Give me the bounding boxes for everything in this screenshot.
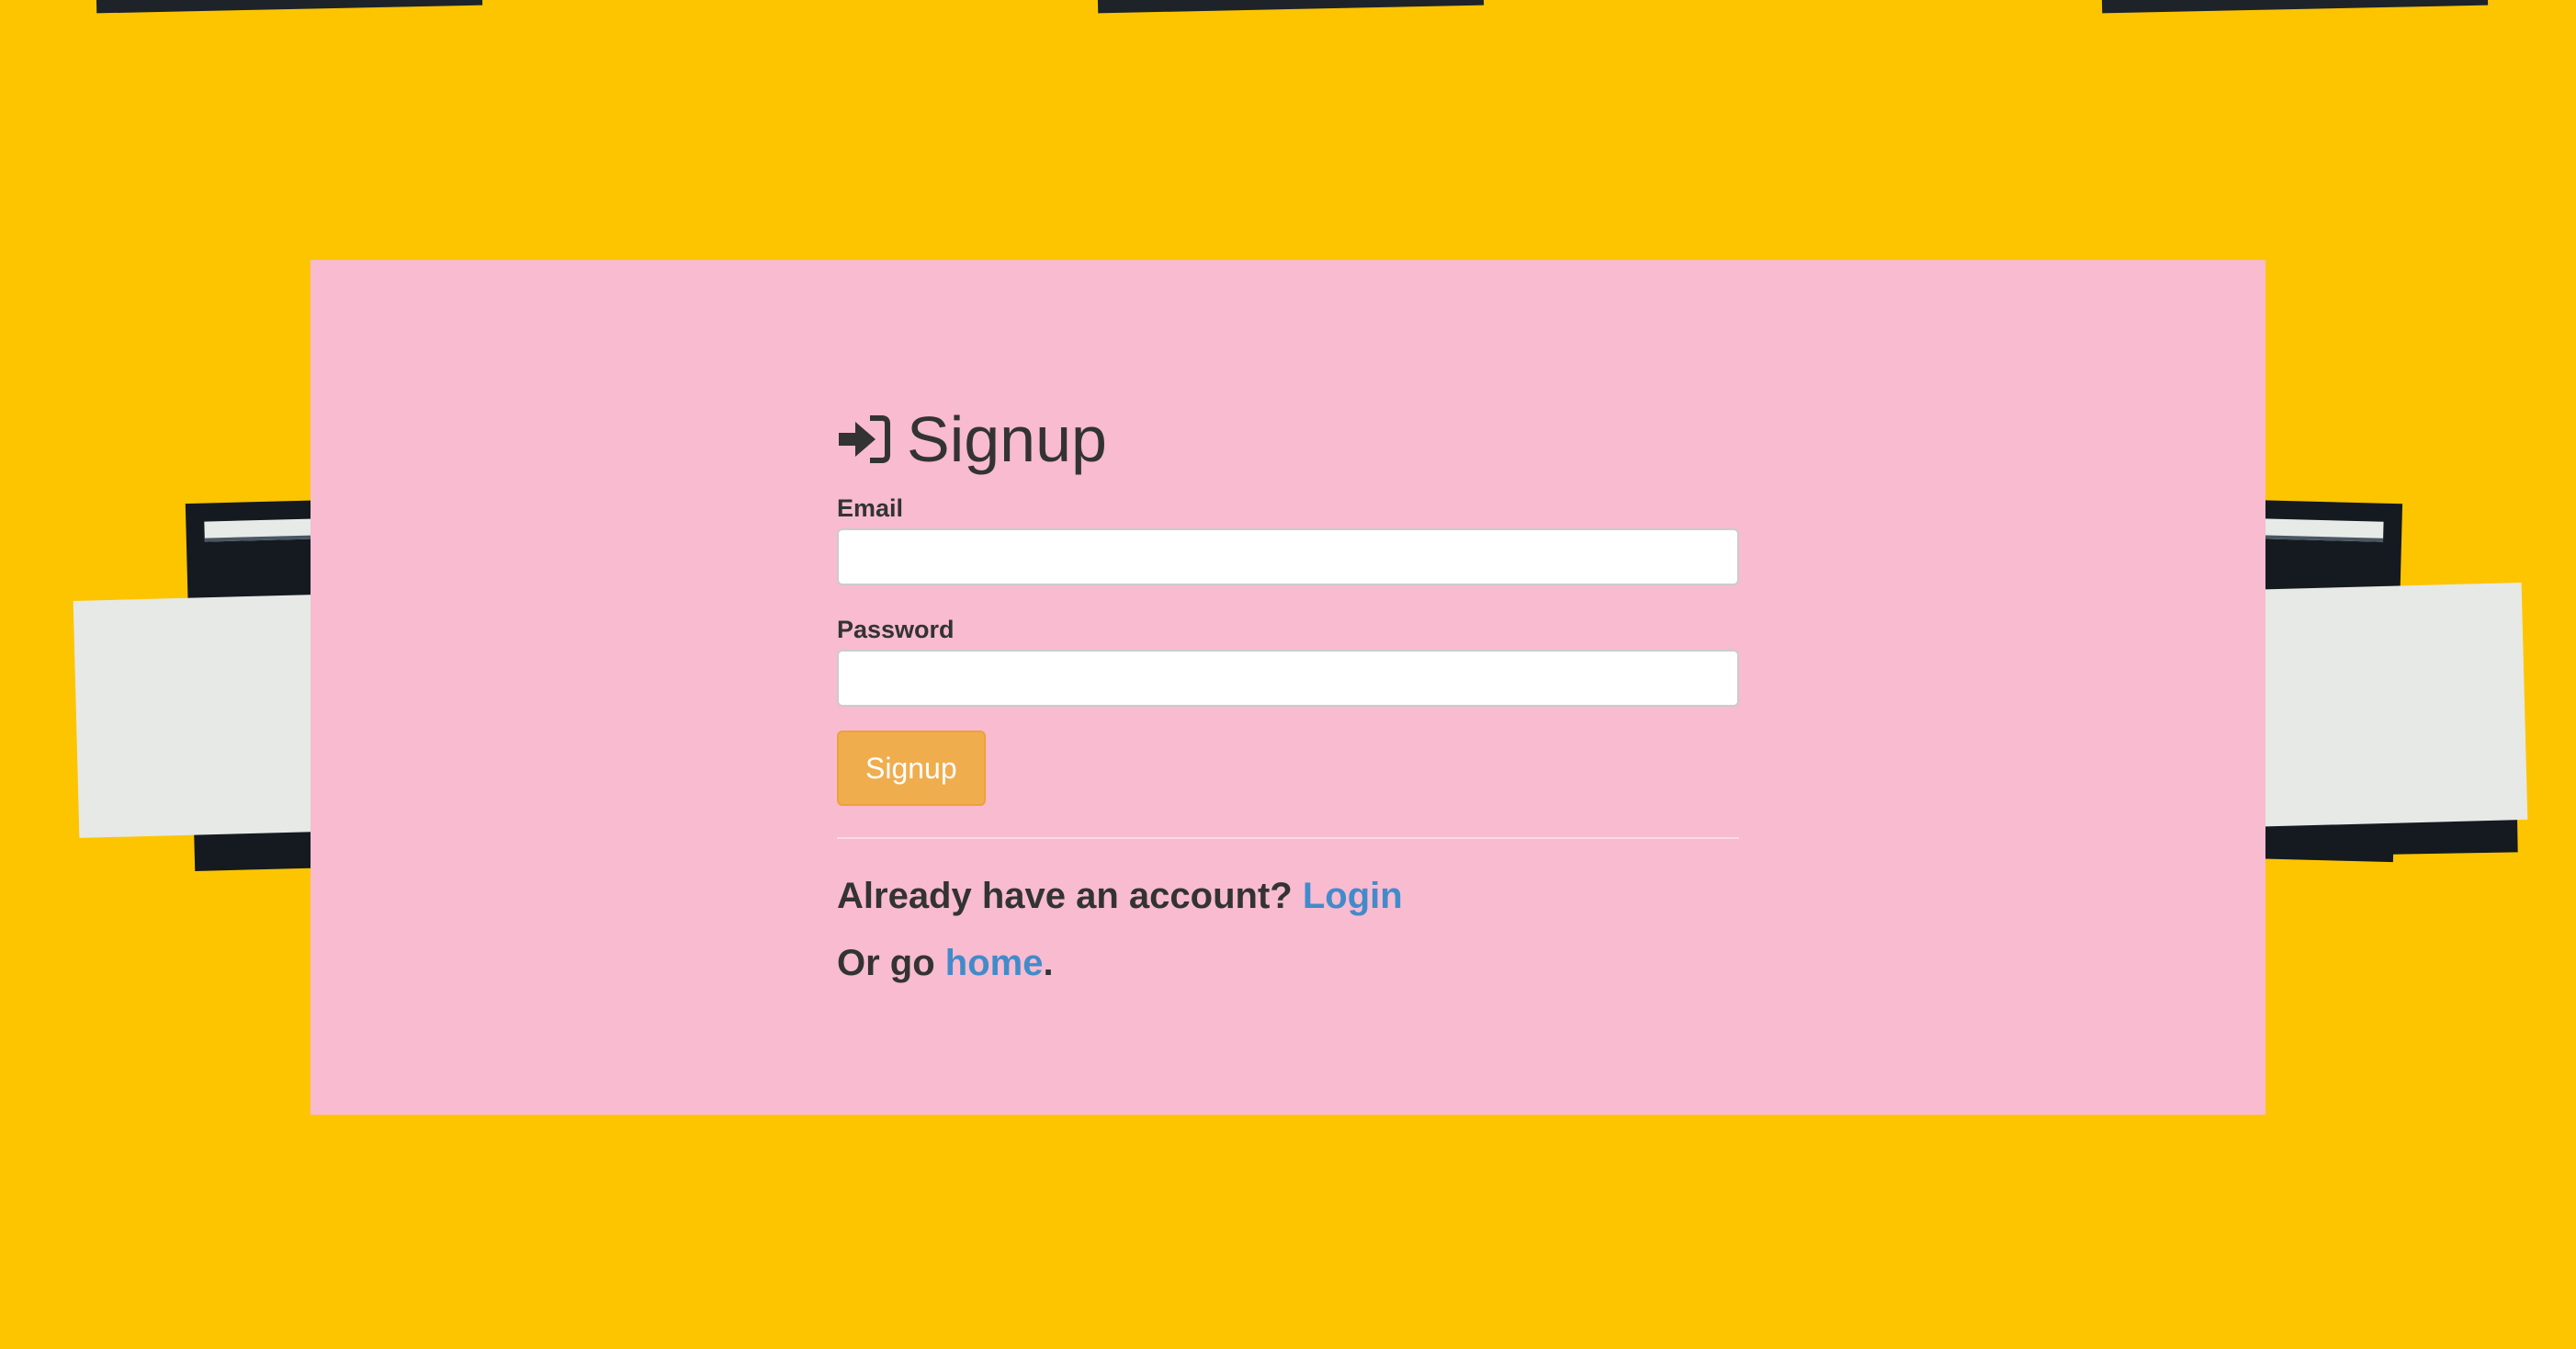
page-title-text: Signup [907,403,1107,475]
login-prompt-line: Already have an account? Login [837,876,1739,917]
divider [837,837,1739,839]
login-prompt-text: Already have an account? [837,876,1293,916]
signup-form: Signup Email Password Signup Already hav… [837,398,1739,984]
home-prompt-text: Or go [837,943,935,983]
sign-in-icon [839,415,890,463]
background-decoration-top-center [1097,0,1485,14]
home-link[interactable]: home [945,943,1044,983]
background-paper-right [2238,583,2528,827]
signup-card: Signup Email Password Signup Already hav… [311,260,2265,1115]
signup-button[interactable]: Signup [837,731,986,806]
background-decoration-top-left [96,0,483,14]
email-label: Email [837,494,904,522]
login-link[interactable]: Login [1303,876,1403,916]
password-label: Password [837,616,955,643]
home-suffix: . [1043,943,1054,983]
email-field[interactable] [837,528,1739,585]
home-prompt-line: Or go home. [837,943,1739,984]
password-field[interactable] [837,650,1739,707]
background-decoration-top-right [2101,0,2489,14]
page-title: Signup [837,398,1739,481]
